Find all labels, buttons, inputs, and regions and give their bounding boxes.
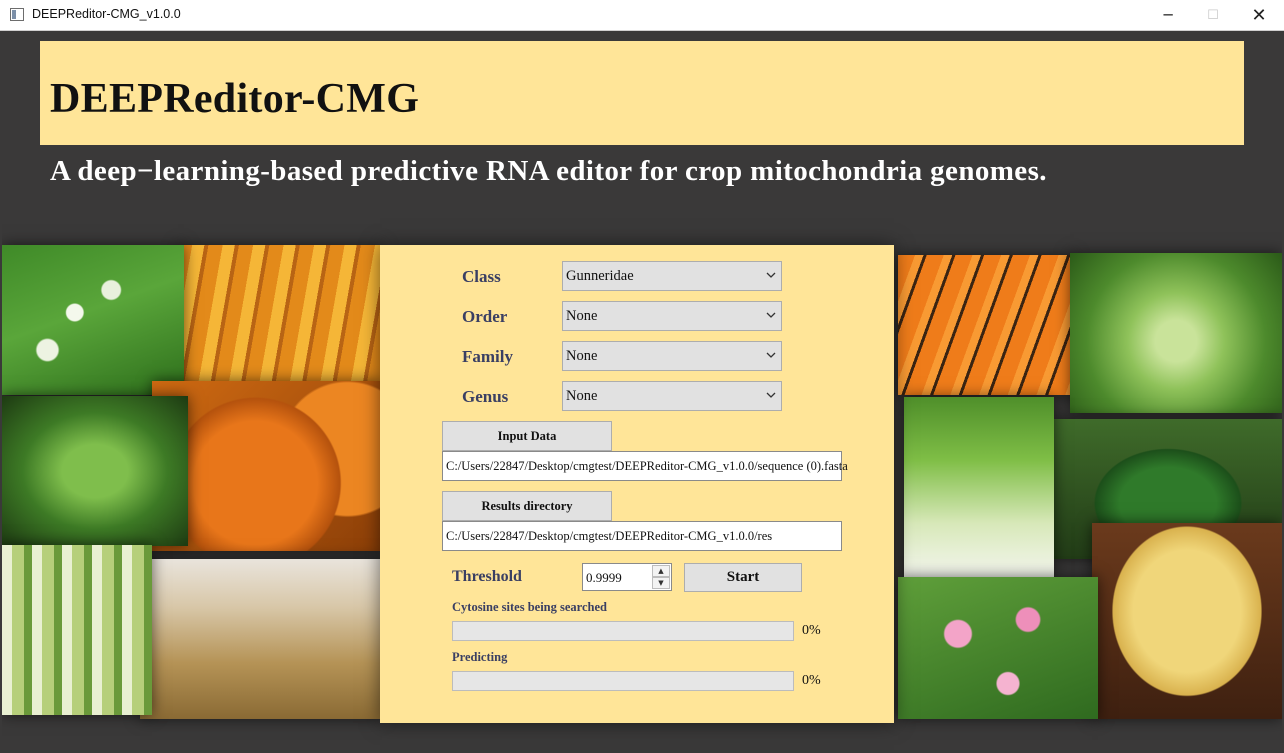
cabbage-image xyxy=(1070,253,1282,413)
input-data-path-field[interactable]: C:/Users/22847/Desktop/cmgtest/DEEPRedit… xyxy=(442,451,848,481)
carrot-image xyxy=(898,255,1074,395)
genus-select[interactable]: None xyxy=(562,381,782,411)
lotus-image xyxy=(898,577,1098,719)
chevron-down-icon xyxy=(766,312,776,318)
input-data-path: C:/Users/22847/Desktop/cmgtest/DEEPRedit… xyxy=(446,459,848,473)
family-select[interactable]: None xyxy=(562,341,782,371)
close-button[interactable]: ✕ xyxy=(1236,0,1282,30)
genus-value: None xyxy=(566,388,598,404)
search-progress-bar xyxy=(452,621,794,641)
app-title: DEEPReditor-CMG xyxy=(50,76,420,122)
chevron-down-icon xyxy=(766,392,776,398)
order-select[interactable]: None xyxy=(562,301,782,331)
maximize-button[interactable]: ☐ xyxy=(1190,0,1236,30)
search-progress-label: Cytosine sites being searched xyxy=(452,600,607,614)
results-directory-button[interactable]: Results directory xyxy=(442,491,612,521)
threshold-value: 0.9999 xyxy=(586,570,622,585)
lettuce-image xyxy=(904,397,1054,577)
wheat-image xyxy=(140,559,382,719)
title-banner: DEEPReditor-CMG xyxy=(40,41,1244,145)
shepherds-purse-image xyxy=(2,245,184,395)
bok-choy-image xyxy=(2,545,152,715)
window-title-bar[interactable]: DEEPReditor-CMG_v1.0.0 ─ ☐ ✕ xyxy=(0,0,1284,31)
order-label: Order xyxy=(462,307,508,326)
threshold-spinbox[interactable]: 0.9999 ▲ ▼ xyxy=(582,563,672,591)
family-value: None xyxy=(566,348,598,364)
start-button[interactable]: Start xyxy=(684,563,802,592)
predict-progress-bar xyxy=(452,671,794,691)
input-panel: Class Gunneridae Order None Family None … xyxy=(380,245,894,723)
search-progress-percent: 0% xyxy=(802,623,821,638)
predict-progress-label: Predicting xyxy=(452,650,508,664)
threshold-label: Threshold xyxy=(452,568,522,585)
results-directory-path-field[interactable]: C:/Users/22847/Desktop/cmgtest/DEEPRedit… xyxy=(442,521,842,551)
potato-image xyxy=(1092,523,1282,719)
app-subtitle: A deep−learning-based predictive RNA edi… xyxy=(50,155,1047,187)
main-window: DEEPReditor-CMG A deep−learning-based pr… xyxy=(2,31,1282,751)
spin-up-icon[interactable]: ▲ xyxy=(652,565,670,577)
input-data-button[interactable]: Input Data xyxy=(442,421,612,451)
corn-image xyxy=(178,245,382,385)
app-icon xyxy=(10,8,24,21)
order-value: None xyxy=(566,308,598,324)
spin-down-icon[interactable]: ▼ xyxy=(652,577,670,589)
chevron-down-icon xyxy=(766,352,776,358)
class-select[interactable]: Gunneridae xyxy=(562,261,782,291)
chevron-down-icon xyxy=(766,272,776,278)
class-label: Class xyxy=(462,267,501,286)
class-value: Gunneridae xyxy=(566,268,634,284)
results-directory-path: C:/Users/22847/Desktop/cmgtest/DEEPRedit… xyxy=(446,529,773,543)
window-title: DEEPReditor-CMG_v1.0.0 xyxy=(32,7,181,21)
predict-progress-percent: 0% xyxy=(802,673,821,688)
genus-label: Genus xyxy=(462,387,509,406)
minimize-button[interactable]: ─ xyxy=(1145,0,1191,30)
family-label: Family xyxy=(462,347,513,366)
arabidopsis-image xyxy=(2,396,188,546)
